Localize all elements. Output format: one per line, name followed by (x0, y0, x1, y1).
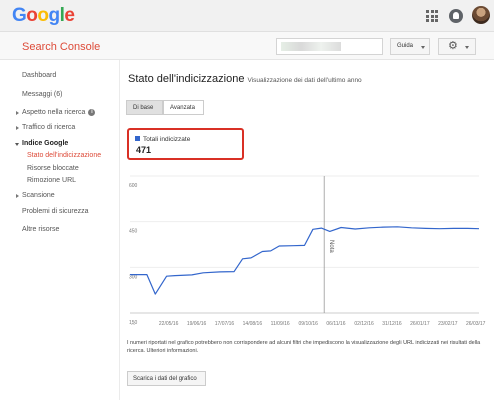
x-tick-label: 22/05/16 (159, 321, 179, 327)
index-status-chart: 600450300150... 22/05/16 19/06/16 17/07/16 1… (129, 175, 486, 327)
x-tick-label: 14/08/16 (243, 321, 263, 327)
x-tick-label: 26/03/17 (466, 321, 486, 327)
sidebar-item-label: Traffico di ricerca (22, 124, 76, 131)
sidebar-item-label: Scansione (22, 192, 55, 199)
sidebar-item-google-index[interactable]: Indice Google (15, 140, 69, 147)
google-logo[interactable]: Google (12, 5, 75, 27)
sidebar-item-search-appearance[interactable]: Aspetto nella ricerca i (16, 109, 96, 116)
total-indexed-card: Totali indicizzate 471 (127, 128, 244, 160)
sidebar-item-search-traffic[interactable]: Traffico di ricerca (16, 124, 76, 131)
sidebar-item-label: Indice Google (22, 140, 69, 147)
sidebar-item-index-status[interactable]: Stato dell'indicizzazione (27, 152, 101, 159)
chevron-right-icon (16, 126, 19, 130)
sidebar-item-security-issues[interactable]: Problemi di sicurezza (22, 208, 89, 215)
total-legend[interactable]: Totali indicizzate (135, 136, 190, 143)
tab-basic[interactable]: Di base (126, 100, 163, 115)
x-tick-label: 31/12/16 (382, 321, 402, 327)
chevron-down-icon (465, 46, 469, 49)
logo-letter: G (12, 5, 27, 26)
chevron-down-icon (15, 143, 19, 146)
sidebar-item-other-resources[interactable]: Altre risorse (22, 226, 59, 233)
chart-note: I numeri riportati nel grafico potrebber… (127, 340, 481, 354)
info-icon[interactable]: i (88, 109, 96, 116)
annotation-label: Nota (328, 240, 334, 253)
sidebar-item-remove-urls[interactable]: Rimozione URL (27, 177, 76, 184)
logo-letter: g (48, 5, 61, 26)
x-tick-label: 09/10/16 (299, 321, 319, 327)
page-title-text: Stato dell'indicizzazione (128, 73, 245, 85)
site-selector[interactable] (276, 38, 383, 55)
sidebar-item-crawl[interactable]: Scansione (16, 192, 55, 199)
x-tick-label: 19/06/16 (187, 321, 207, 327)
sidebar-item-label: Aspetto nella ricerca (22, 109, 86, 116)
series-line (130, 226, 480, 295)
logo-letter: e (64, 5, 75, 26)
y-tick-label: 300 (129, 274, 138, 280)
main-content: Stato dell'indicizzazione Visualizzazione… (121, 60, 494, 400)
sidebar-item-dashboard[interactable]: Dashboard (22, 72, 56, 79)
y-tick-label: 450 (129, 229, 138, 235)
total-value: 471 (136, 145, 152, 155)
tab-advanced[interactable]: Avanzata (163, 100, 204, 115)
x-tick-label: 23/02/17 (438, 321, 458, 327)
logo-letter: o (26, 5, 38, 26)
search-console-header: Search Console Guida ⚙ (0, 32, 494, 60)
download-chart-data-button[interactable]: Scarica i dati del grafico (127, 371, 206, 386)
apps-grid-icon[interactable] (426, 10, 438, 22)
notifications-icon[interactable] (449, 9, 463, 23)
x-tick-label: 11/09/16 (271, 321, 290, 327)
sidebar: Dashboard Messaggi (6) Aspetto nella ric… (0, 60, 120, 400)
x-tick-label: 02/12/16 (354, 321, 374, 327)
google-top-bar: Google (0, 0, 494, 32)
guide-button[interactable]: Guida (390, 38, 430, 55)
x-tick-label: ... (131, 321, 135, 327)
x-tick-label: 26/01/17 (410, 321, 430, 327)
chevron-right-icon (16, 194, 19, 198)
guide-label: Guida (397, 43, 414, 49)
x-tick-label: 17/07/16 (215, 321, 235, 327)
y-tick-label: 600 (129, 183, 138, 189)
sidebar-item-blocked-resources[interactable]: Risorse bloccate (27, 165, 79, 172)
chevron-down-icon (421, 46, 425, 49)
site-url-blurred (281, 42, 341, 51)
chevron-right-icon (16, 111, 19, 115)
logo-letter: o (37, 5, 49, 26)
settings-button[interactable]: ⚙ (438, 38, 476, 55)
avatar[interactable] (472, 6, 490, 24)
page-subtitle: Visualizzazione dei dati dell'ultimo ann… (247, 77, 362, 84)
page-title: Stato dell'indicizzazione Visualizzazione… (128, 73, 362, 85)
total-label: Totali indicizzate (143, 136, 191, 143)
app-title[interactable]: Search Console (22, 41, 100, 53)
legend-swatch (135, 136, 140, 141)
gear-icon: ⚙ (448, 40, 458, 52)
x-tick-label: 06/11/16 (326, 321, 345, 327)
sidebar-item-messages[interactable]: Messaggi (6) (22, 91, 62, 98)
